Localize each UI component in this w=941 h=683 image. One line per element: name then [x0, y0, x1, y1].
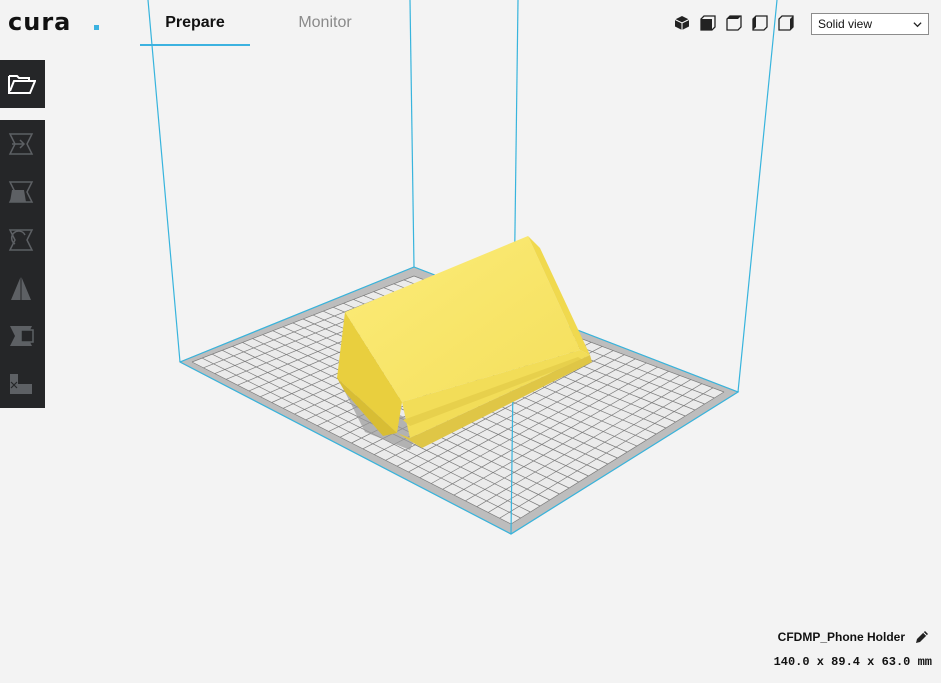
scale-tool-button[interactable]: [0, 168, 45, 216]
move-tool-button[interactable]: [0, 120, 45, 168]
right-view-icon[interactable]: [778, 15, 794, 31]
chevron-down-icon: [913, 22, 922, 28]
per-model-settings-icon: [10, 326, 34, 346]
3d-viewport[interactable]: [0, 0, 941, 683]
top-view-icon[interactable]: [726, 15, 742, 31]
tab-prepare[interactable]: Prepare: [140, 14, 250, 32]
translate-icon: [8, 133, 34, 155]
3d-view-icon[interactable]: [674, 15, 690, 31]
camera-view-buttons: [674, 15, 794, 31]
left-view-icon[interactable]: [752, 15, 768, 31]
scale-icon: [8, 181, 34, 203]
view-mode-dropdown[interactable]: Solid view: [811, 13, 929, 35]
logo-text: cura: [8, 9, 71, 35]
active-tab-indicator: [140, 44, 250, 46]
tool-panel: [0, 120, 45, 408]
mirror-icon: [11, 276, 31, 300]
job-name: CFDMP_Phone Holder: [777, 630, 905, 644]
view-mode-selected: Solid view: [818, 17, 873, 31]
tab-monitor[interactable]: Monitor: [280, 14, 370, 32]
front-view-icon[interactable]: [700, 15, 716, 31]
open-file-button[interactable]: [0, 60, 45, 108]
support-blocker-button[interactable]: [0, 360, 45, 408]
mirror-tool-button[interactable]: [0, 264, 45, 312]
pencil-icon[interactable]: [914, 629, 930, 645]
rotate-icon: [8, 229, 34, 251]
model-dimensions: 140.0 x 89.4 x 63.0 mm: [773, 655, 932, 669]
folder-open-icon: [8, 75, 36, 94]
cura-logo: cura: [8, 9, 99, 35]
support-blocker-icon: [10, 374, 32, 394]
per-model-settings-button[interactable]: [0, 312, 45, 360]
rotate-tool-button[interactable]: [0, 216, 45, 264]
